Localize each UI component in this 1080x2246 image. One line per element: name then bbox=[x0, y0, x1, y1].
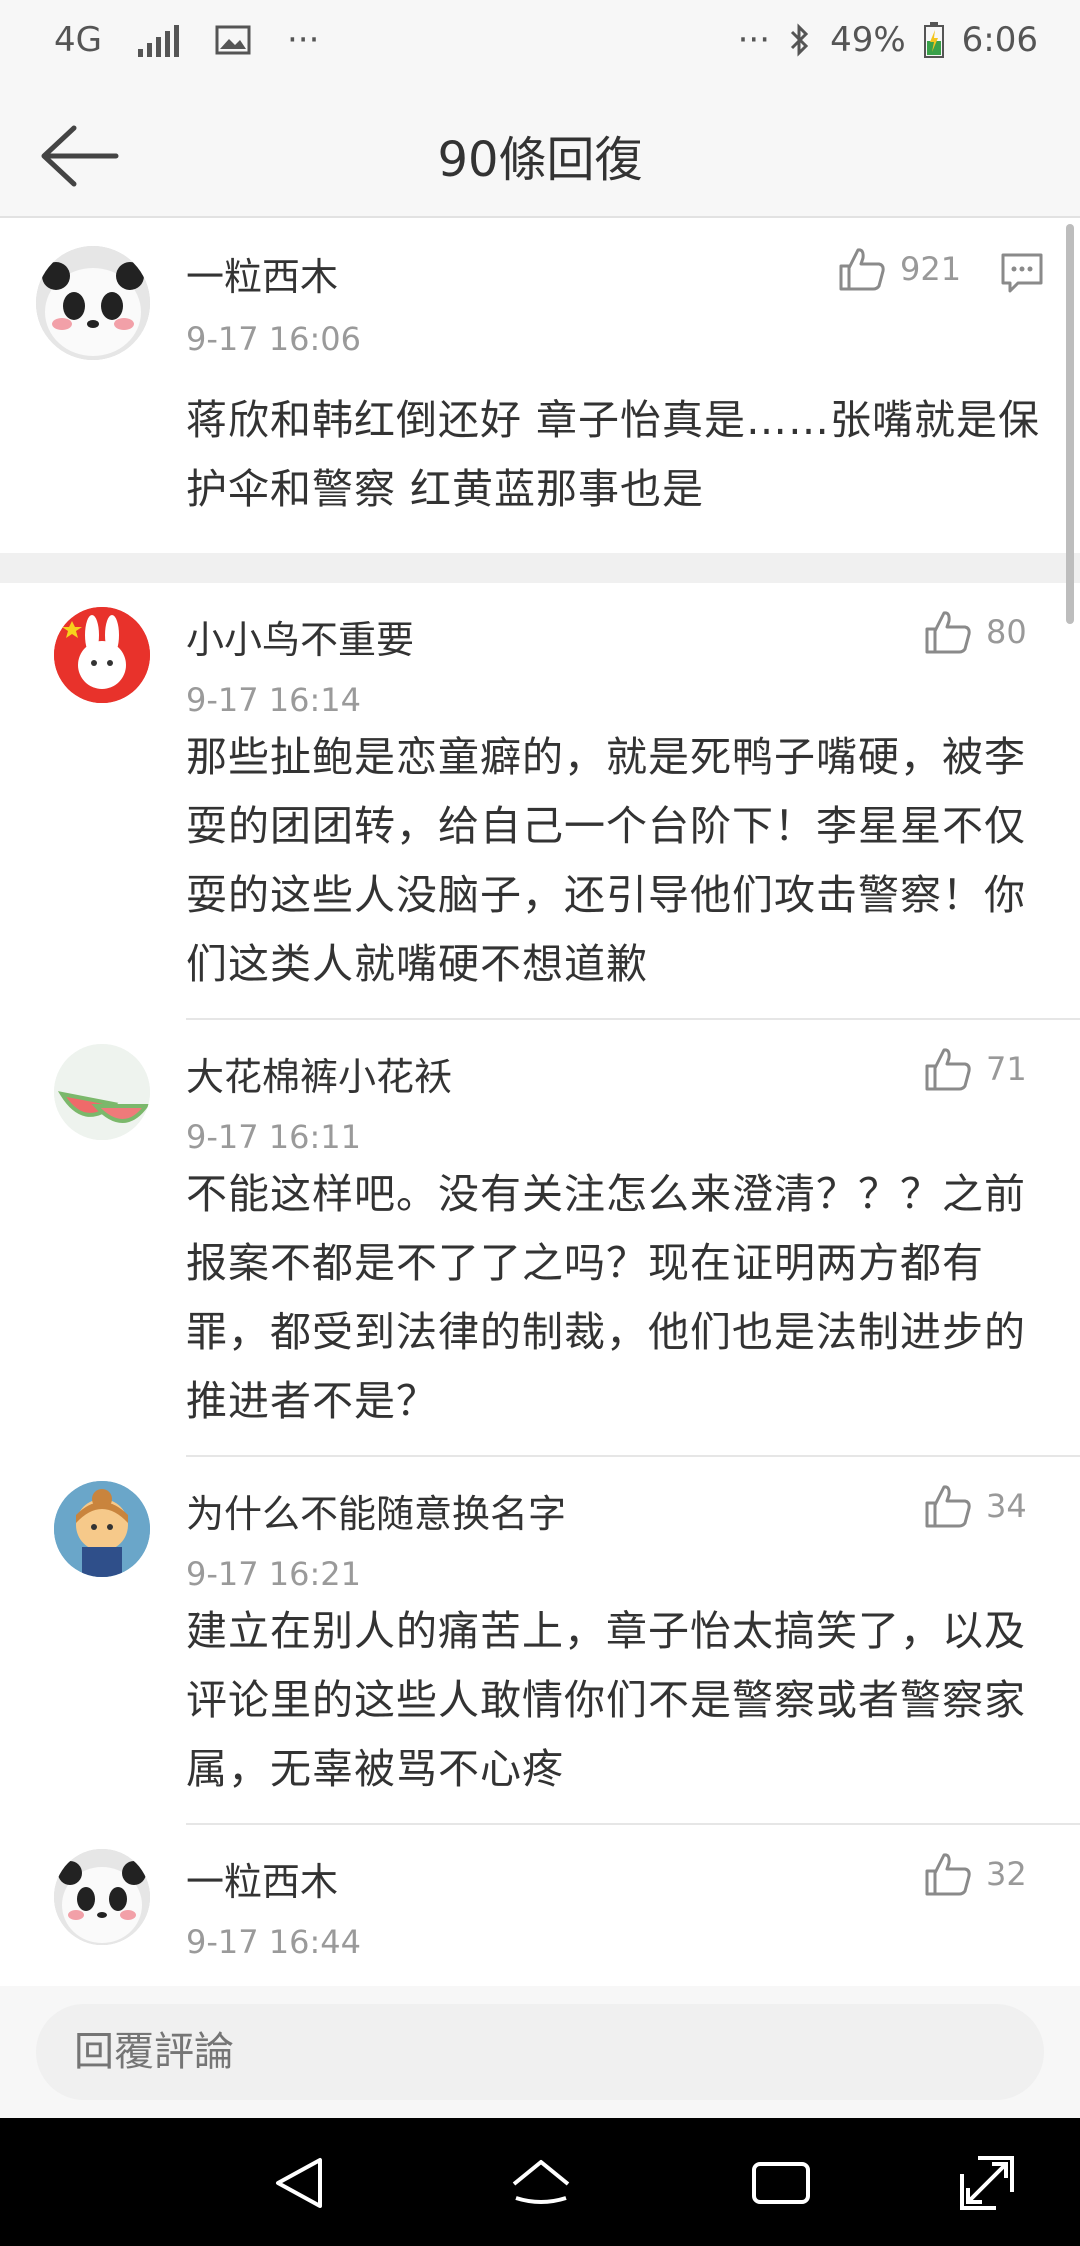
nav-expand-button[interactable] bbox=[952, 2148, 1022, 2218]
expand-icon bbox=[960, 2156, 1014, 2210]
like-count: 34 bbox=[986, 1487, 1027, 1525]
recent-apps-icon bbox=[752, 2162, 810, 2204]
panda-avatar-icon bbox=[54, 1849, 150, 1945]
like-button[interactable]: 921 bbox=[838, 246, 961, 292]
panda-avatar-icon bbox=[36, 246, 150, 360]
page-title: 90條回復 bbox=[437, 132, 643, 188]
home-icon bbox=[512, 2160, 570, 2204]
image-icon bbox=[215, 25, 251, 55]
timestamp: 9-17 16:11 bbox=[186, 1118, 362, 1156]
like-button[interactable]: 34 bbox=[924, 1483, 1027, 1529]
list-item: 小小鸟不重要 9-17 16:14 80 那些扯鲍是恋童癖的，就是死鸭子嘴硬，被… bbox=[0, 583, 1080, 1020]
thumbs-up-icon bbox=[925, 1485, 971, 1528]
signal-icon bbox=[137, 23, 179, 57]
clock: 6:06 bbox=[961, 20, 1038, 60]
avatar[interactable] bbox=[54, 1481, 150, 1577]
reply-input[interactable] bbox=[36, 2004, 1044, 2100]
timestamp: 9-17 16:06 bbox=[186, 320, 362, 358]
header: 90條回復 bbox=[0, 92, 1080, 218]
comment-text: 那些扯鲍是恋童癖的，就是死鸭子嘴硬，被李耍的团团转，给自己一个台阶下！李星星不仅… bbox=[186, 733, 1026, 988]
network-type: 4G bbox=[54, 20, 102, 60]
like-button[interactable]: 32 bbox=[924, 1851, 1027, 1897]
like-count: 32 bbox=[986, 1855, 1027, 1893]
reply-button[interactable] bbox=[1000, 252, 1044, 298]
comment-text: 建立在别人的痛苦上，章子怡太搞笑了，以及评论里的这些人敢情你们不是警察或者警察家… bbox=[186, 1607, 1026, 1793]
avatar[interactable] bbox=[54, 1044, 150, 1140]
username[interactable]: 一粒西木 bbox=[186, 1851, 338, 1906]
list-item: 大花棉裤小花袄 9-17 16:11 71 不能这样吧。没有关注怎么来澄清？？？… bbox=[0, 1020, 1080, 1457]
thumbs-up-icon bbox=[925, 611, 971, 654]
timestamp: 9-17 16:21 bbox=[186, 1555, 362, 1593]
like-count: 71 bbox=[986, 1050, 1027, 1088]
username[interactable]: 大花棉裤小花袄 bbox=[186, 1046, 452, 1101]
comment-list[interactable]: 一粒西木 9-17 16:06 921 蒋欣和韩红倒还好 章子怡真是……张嘴就是… bbox=[0, 218, 1080, 1986]
username[interactable]: 为什么不能随意换名字 bbox=[186, 1483, 566, 1538]
thumbs-up-icon bbox=[839, 248, 885, 291]
nav-recent-apps-button[interactable] bbox=[746, 2148, 816, 2218]
nav-home-button[interactable] bbox=[506, 2148, 576, 2218]
thumbs-up-icon bbox=[925, 1853, 971, 1896]
like-button[interactable]: 80 bbox=[924, 609, 1027, 655]
like-button[interactable]: 71 bbox=[924, 1046, 1027, 1092]
like-count: 921 bbox=[900, 250, 962, 288]
girl-avatar-icon bbox=[54, 1481, 150, 1577]
notification-more: ··· bbox=[286, 20, 320, 60]
reply-bar bbox=[0, 1986, 1080, 2118]
battery-percent: 49% bbox=[830, 20, 906, 60]
section-divider bbox=[0, 553, 1080, 583]
list-item: 一粒西木 9-17 16:44 32 bbox=[0, 1825, 1080, 1985]
avatar[interactable] bbox=[36, 246, 150, 360]
username[interactable]: 小小鸟不重要 bbox=[186, 609, 414, 664]
watermelon-avatar-icon bbox=[54, 1044, 150, 1140]
triangle-back-icon bbox=[276, 2158, 322, 2208]
navigation-bar bbox=[0, 2118, 1080, 2246]
nav-back-button[interactable] bbox=[264, 2148, 334, 2218]
comment-text: 蒋欣和韩红倒还好 章子怡真是……张嘴就是保护伞和警察 红黄蓝那事也是 bbox=[186, 396, 1041, 513]
rabbit-avatar-icon bbox=[54, 607, 150, 703]
comment-text: 不能这样吧。没有关注怎么来澄清？？？之前报案不都是不了了之吗？现在证明两方都有罪… bbox=[186, 1170, 1026, 1425]
like-count: 80 bbox=[986, 613, 1027, 651]
username[interactable]: 一粒西木 bbox=[186, 246, 338, 301]
battery-icon bbox=[923, 22, 944, 58]
avatar[interactable] bbox=[54, 1849, 150, 1945]
status-bar: 4G ··· ··· 49% 6:06 bbox=[0, 0, 1080, 92]
list-item: 为什么不能随意换名字 9-17 16:21 34 建立在别人的痛苦上，章子怡太搞… bbox=[0, 1457, 1080, 1825]
top-comment: 一粒西木 9-17 16:06 921 蒋欣和韩红倒还好 章子怡真是……张嘴就是… bbox=[0, 218, 1080, 553]
comment-icon bbox=[1001, 253, 1043, 293]
avatar[interactable] bbox=[54, 607, 150, 703]
timestamp: 9-17 16:14 bbox=[186, 681, 362, 719]
timestamp: 9-17 16:44 bbox=[186, 1923, 362, 1961]
bluetooth-icon bbox=[791, 23, 809, 57]
status-more: ··· bbox=[737, 20, 771, 60]
screen: 4G ··· ··· 49% 6:06 90條回復 一粒西木 9-17 16:0… bbox=[0, 0, 1080, 2246]
thumbs-up-icon bbox=[925, 1048, 971, 1091]
